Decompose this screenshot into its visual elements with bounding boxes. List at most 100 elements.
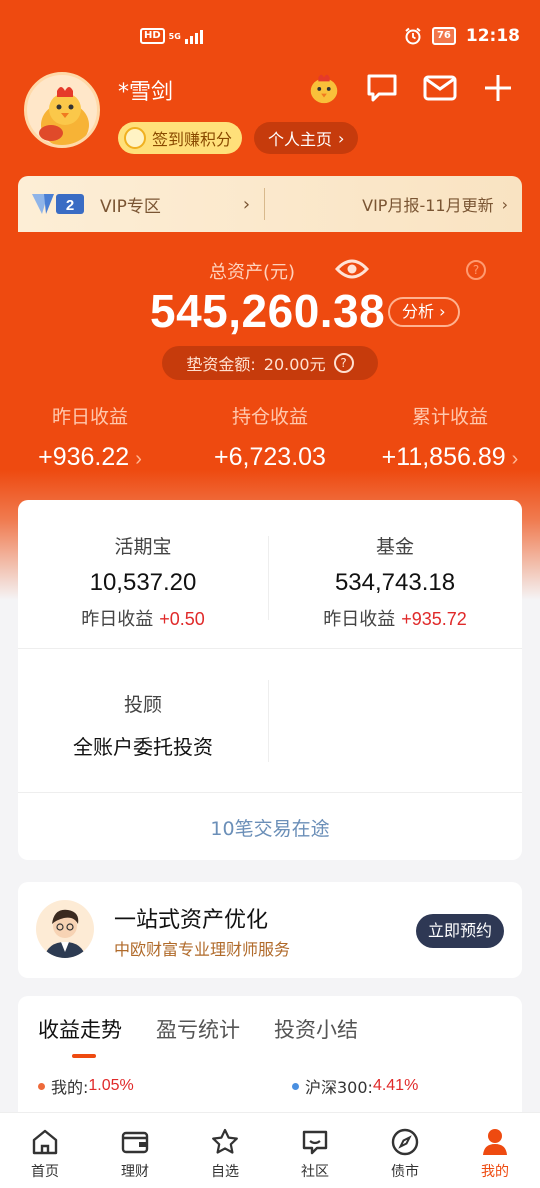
help-icon[interactable]: ? (466, 260, 486, 280)
income-value: +936.22 (38, 443, 130, 471)
clock: 12:18 (465, 26, 520, 46)
vip-bar[interactable]: 2 VIP专区 › VIP月报-11月更新 › (18, 176, 522, 232)
nav-label: 社区 (301, 1164, 329, 1180)
mail-icon (423, 75, 457, 101)
nav-label: 首页 (31, 1164, 59, 1180)
advisor-title: 一站式资产优化 (114, 908, 269, 933)
user-icon (483, 1129, 507, 1155)
advisor-subtitle: 中欧财富专业理财师服务 (114, 940, 291, 959)
nav-home[interactable]: 首页 (0, 1113, 90, 1188)
account-name: 基金 (375, 536, 414, 558)
legend-csi300: 沪深300: 4.41% (292, 1074, 418, 1098)
legend-label: 沪深300: (305, 1078, 373, 1097)
nav-bond-market[interactable]: 债市 (360, 1113, 450, 1188)
divider (268, 680, 269, 762)
message-button[interactable] (364, 68, 400, 108)
trend-card: 收益走势 盈亏统计 投资小结 我的: 1.05% 沪深300: 4.41% (18, 996, 522, 1126)
account-value: 10,537.20 (89, 569, 197, 596)
nav-label: 理财 (121, 1164, 149, 1180)
coin-icon (124, 127, 146, 149)
signal-icon (184, 28, 203, 44)
account-name: 活期宝 (114, 536, 172, 558)
yesterday-label: 昨日收益 (81, 609, 154, 630)
account-fund[interactable]: 基金 534,743.18 昨日收益 +935.72 (270, 532, 520, 631)
vip-zone-label: VIP专区 (100, 196, 161, 217)
accounts-card: 活期宝 10,537.20 昨日收益 +0.50 基金 534,743.18 昨日… (18, 500, 522, 860)
vip-report-link[interactable]: VIP月报-11月更新 › (362, 192, 508, 216)
checkin-button[interactable]: 签到赚积分 (118, 122, 243, 154)
nav-mine[interactable]: 我的 (450, 1113, 540, 1188)
alarm-icon (405, 27, 421, 45)
book-now-button[interactable]: 立即预约 (415, 914, 504, 948)
network-label: 5G (168, 31, 181, 41)
nav-label: 债市 (391, 1164, 419, 1180)
nav-watchlist[interactable]: 自选 (180, 1113, 270, 1188)
chevron-right-icon: › (338, 128, 345, 148)
analysis-button[interactable]: 分析 › (388, 297, 460, 327)
divider (264, 188, 266, 220)
divider (268, 536, 269, 620)
account-name: 投顾 (123, 694, 162, 716)
advance-label: 垫资金额: (186, 355, 256, 374)
mail-button[interactable] (422, 68, 458, 108)
bottom-navigation: 首页 理财 自选 社区 债市 我的 (0, 1112, 540, 1188)
checkin-label: 签到赚积分 (152, 130, 233, 149)
username: *雪剑 (118, 80, 174, 105)
advisor-description: 全账户委托投资 (73, 735, 213, 759)
homepage-button[interactable]: 个人主页 › (254, 122, 359, 154)
nav-label: 我的 (481, 1164, 509, 1180)
transactions-in-flight-link[interactable]: 10笔交易在途 (18, 814, 522, 841)
tab-investment-summary[interactable]: 投资小结 (274, 1014, 358, 1044)
total-assets-label: 总资产(元) (208, 262, 296, 283)
account-huoqibao[interactable]: 活期宝 10,537.20 昨日收益 +0.50 (18, 532, 268, 631)
advisor-person-icon (44, 909, 86, 958)
tab-income-trend[interactable]: 收益走势 (38, 1014, 122, 1058)
legend-label: 我的: (51, 1078, 89, 1097)
income-summary: 昨日收益 +936.22 › 持仓收益 +6,723.03 累计收益 +11,85… (0, 402, 540, 472)
mascot-button[interactable] (306, 68, 342, 108)
nav-label: 自选 (211, 1164, 239, 1180)
income-label: 持仓收益 (231, 406, 308, 428)
svg-text:2: 2 (66, 197, 74, 214)
nav-community[interactable]: 社区 (270, 1113, 360, 1188)
income-label: 累计收益 (411, 406, 488, 428)
home-icon (32, 1129, 58, 1155)
help-icon[interactable]: ? (333, 353, 354, 373)
divider (18, 648, 522, 649)
trend-tabs: 收益走势 盈亏统计 投资小结 (38, 1014, 358, 1058)
income-value: +11,856.89 (381, 443, 506, 471)
battery-icon: 76 (431, 27, 456, 45)
eye-icon[interactable] (335, 256, 369, 282)
homepage-label: 个人主页 (268, 130, 333, 149)
wallet-icon (121, 1131, 149, 1154)
income-holding[interactable]: 持仓收益 +6,723.03 (180, 402, 360, 472)
legend-value: 1.05% (88, 1077, 134, 1094)
income-cumulative[interactable]: 累计收益 +11,856.89 › (360, 402, 540, 472)
legend-dot (292, 1082, 299, 1090)
yesterday-value: +935.72 (401, 609, 467, 629)
hd-indicator: HD (140, 28, 165, 44)
chevron-right-icon: › (242, 193, 251, 215)
legend-dot (38, 1082, 45, 1090)
chevron-right-icon: › (501, 194, 508, 214)
chevron-right-icon: › (135, 448, 142, 470)
tab-profit-loss[interactable]: 盈亏统计 (156, 1014, 240, 1044)
add-button[interactable] (480, 68, 516, 108)
chick-mascot-icon (310, 74, 338, 104)
yesterday-label: 昨日收益 (323, 609, 396, 630)
avatar[interactable] (24, 72, 100, 148)
income-label: 昨日收益 (51, 406, 128, 428)
vip-level-icon: 2 (32, 194, 84, 214)
legend-value: 4.41% (372, 1077, 419, 1094)
income-value: +6,723.03 (214, 443, 326, 471)
advance-amount-badge[interactable]: 垫资金额: 20.00元 ? (162, 346, 378, 380)
account-advisor[interactable]: 投顾 全账户委托投资 (18, 690, 268, 760)
chat-bubble-icon (367, 74, 397, 102)
nav-wealth[interactable]: 理财 (90, 1113, 180, 1188)
vip-report-label: VIP月报-11月更新 (362, 196, 494, 215)
star-icon (212, 1128, 238, 1154)
chat-icon (302, 1130, 328, 1155)
status-bar: HD 5G 76 12:18 (0, 0, 540, 76)
income-yesterday[interactable]: 昨日收益 +936.22 › (0, 402, 180, 472)
advisor-card[interactable]: 一站式资产优化 中欧财富专业理财师服务 立即预约 (18, 882, 522, 978)
